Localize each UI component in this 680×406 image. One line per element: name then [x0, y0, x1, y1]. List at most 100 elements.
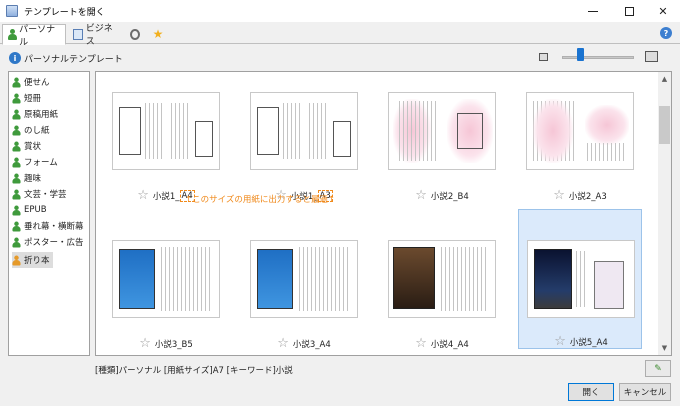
zoom-slider-thumb[interactable]	[577, 48, 584, 61]
template-thumbnail	[388, 240, 496, 318]
template-name: 小説3_A4	[292, 339, 331, 350]
star-outline-icon[interactable]: ☆	[554, 334, 566, 349]
close-icon: ✕	[658, 4, 668, 18]
person-icon	[12, 255, 21, 265]
info-icon: i	[9, 52, 21, 64]
category-label: 短冊	[24, 94, 42, 104]
star-outline-icon[interactable]: ☆	[415, 188, 427, 203]
template-info-status: [種類]パーソナル [用紙サイズ]A7 [キーワード]小説	[95, 366, 293, 376]
template-grid: ☆ 小説1_ A4 ☆ 小説1_ A3 ☆ 小説2_B4 ☆ 小説2_A3 ☆ …	[95, 71, 672, 356]
category-label: 原稿用紙	[24, 110, 59, 120]
category-item-poster[interactable]: ポスター・広告	[12, 234, 87, 250]
person-icon	[12, 205, 21, 215]
template-caption: ☆ 小説4_A4	[380, 336, 504, 351]
tab-business-label: ビジネス	[85, 24, 113, 47]
category-item-epub[interactable]: EPUB	[12, 202, 50, 218]
scroll-up-icon[interactable]: ▲	[658, 73, 671, 85]
app-icon	[6, 5, 18, 17]
category-label: ポスター・広告	[24, 238, 84, 248]
template-caption: ☆ 小説3_A4	[242, 336, 366, 351]
template-name: 小説3_B5	[154, 339, 193, 350]
thumbnail-large-icon[interactable]	[645, 51, 658, 62]
category-item-noshi[interactable]: のし紙	[12, 122, 53, 138]
template-thumbnail	[112, 240, 220, 318]
tab-favorite[interactable]: ★	[147, 24, 169, 44]
star-outline-icon[interactable]: ☆	[137, 188, 149, 203]
search-icon	[130, 28, 140, 40]
star-outline-icon[interactable]: ☆	[415, 336, 427, 351]
template-caption: ☆ 小説2_A3	[518, 188, 642, 203]
person-icon	[12, 77, 21, 87]
edit-icon: ✎	[654, 363, 662, 374]
category-label: フォーム	[24, 158, 58, 168]
category-label: 便せん	[24, 78, 50, 88]
scroll-down-icon[interactable]: ▼	[658, 342, 671, 354]
open-button[interactable]: 開く	[568, 383, 614, 401]
template-thumbnail	[527, 240, 635, 318]
template-thumbnail	[250, 240, 358, 318]
star-outline-icon[interactable]: ☆	[277, 336, 289, 351]
minimize-icon	[588, 10, 598, 12]
category-label: EPUB	[24, 205, 47, 215]
category-item-taremaku[interactable]: 垂れ幕・横断幕	[12, 218, 87, 234]
template-name: 小説5_A4	[569, 337, 608, 348]
category-item-shoujou[interactable]: 賞状	[12, 138, 44, 154]
minimize-button[interactable]	[576, 0, 610, 22]
category-item-tanzaku[interactable]: 短冊	[12, 90, 44, 106]
template-tile[interactable]: ☆ 小説2_B4	[380, 84, 504, 222]
person-icon	[12, 237, 21, 247]
person-icon	[12, 125, 21, 135]
help-icon[interactable]: ?	[660, 27, 672, 39]
template-caption: ☆ 小説2_B4	[380, 188, 504, 203]
template-tile[interactable]: ☆ 小説3_B5	[104, 232, 228, 355]
category-item-orihon[interactable]: 折り本	[12, 252, 53, 268]
template-name: 小説4_A4	[430, 339, 469, 350]
tab-search[interactable]	[124, 24, 146, 44]
star-icon: ★	[152, 27, 164, 41]
template-name: 小説2_B4	[430, 191, 469, 202]
category-label: 賞状	[24, 142, 42, 152]
tab-personal-label: パーソナル	[19, 24, 56, 48]
category-label: のし紙	[24, 126, 50, 136]
category-label: 折り本	[24, 256, 50, 266]
template-name: 小説2_A3	[568, 191, 607, 202]
zoom-slider-track[interactable]	[562, 56, 634, 59]
person-icon	[12, 93, 21, 103]
star-outline-icon[interactable]: ☆	[553, 188, 565, 203]
edit-template-button[interactable]: ✎	[645, 360, 671, 377]
star-outline-icon[interactable]: ☆	[139, 336, 151, 351]
person-icon	[12, 221, 21, 231]
category-label: 垂れ幕・横断幕	[24, 222, 84, 232]
template-tile[interactable]: ☆ 小説4_A4	[380, 232, 504, 355]
business-icon	[73, 28, 83, 40]
tab-business[interactable]: ビジネス	[67, 24, 123, 47]
category-item-form[interactable]: フォーム	[12, 154, 61, 170]
person-icon	[12, 141, 21, 151]
template-tile-selected[interactable]: ☆ 小説5_A4	[518, 209, 642, 349]
cancel-button[interactable]: キャンセル	[619, 383, 671, 401]
window-title: テンプレートを開く	[24, 7, 105, 18]
close-button[interactable]: ✕	[646, 0, 680, 22]
category-item-bungei[interactable]: 文芸・学芸	[12, 186, 70, 202]
category-item-binsen[interactable]: 便せん	[12, 74, 53, 90]
person-icon	[8, 29, 18, 40]
template-thumbnail	[250, 92, 358, 170]
category-item-shumi[interactable]: 趣味	[12, 170, 44, 186]
person-icon	[12, 157, 21, 167]
template-caption: ☆ 小説5_A4	[519, 334, 643, 349]
maximize-button[interactable]	[612, 0, 646, 22]
tab-personal[interactable]: パーソナル	[2, 24, 66, 48]
thumbnail-small-icon[interactable]	[539, 53, 548, 61]
person-icon	[12, 189, 21, 199]
category-item-genkou[interactable]: 原稿用紙	[12, 106, 61, 122]
tab-bar: パーソナル ビジネス ★	[0, 22, 680, 48]
category-label: 文芸・学芸	[24, 190, 67, 200]
template-name: 小説1_	[152, 191, 180, 202]
template-tile[interactable]: ☆ 小説2_A3	[518, 84, 642, 222]
person-icon	[12, 109, 21, 119]
template-thumbnail	[388, 92, 496, 170]
template-tile[interactable]: ☆ 小説3_A4	[242, 232, 366, 355]
maximize-icon	[624, 6, 634, 16]
template-thumbnail	[526, 92, 634, 170]
scrollbar-thumb[interactable]	[659, 106, 670, 144]
